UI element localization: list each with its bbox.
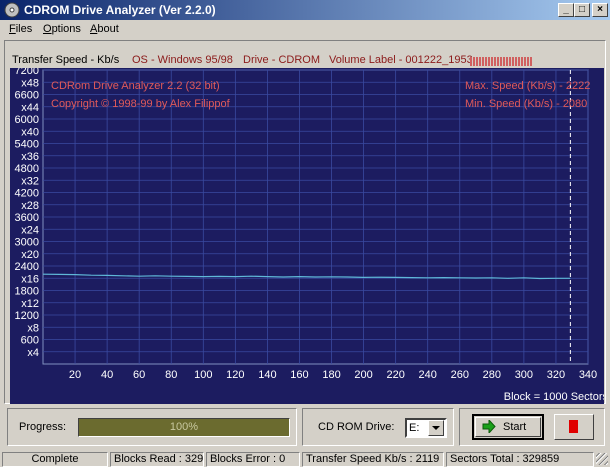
y-tick-label: x16 (21, 273, 39, 285)
window-title: CDROM Drive Analyzer (Ver 2.2.0) (24, 3, 216, 17)
os-label: OS - Windows 95/98 (132, 54, 233, 66)
y-tick-label: x40 (21, 126, 39, 138)
y-tick-label: x20 (21, 249, 39, 261)
x-tick-label: 300 (515, 369, 533, 381)
y-tick-label: 5400 (15, 139, 39, 151)
volume-label: Volume Label - 001222_1953 (329, 54, 473, 66)
x-tick-label: 280 (483, 369, 501, 381)
x-tick-label: 60 (133, 369, 145, 381)
resize-grip[interactable] (596, 453, 608, 465)
x-tick-label: 240 (419, 369, 437, 381)
drive-label: CD ROM Drive: (318, 421, 395, 433)
x-tick-label: 120 (226, 369, 244, 381)
x-tick-label: 140 (258, 369, 276, 381)
y-tick-label: x32 (21, 175, 39, 187)
x-axis-title: Block = 1000 Sectors (504, 391, 604, 403)
y-tick-label: 1800 (15, 286, 39, 298)
close-button[interactable]: × (592, 3, 608, 17)
y-tick-label: 3600 (15, 212, 39, 224)
y-tick-label: x48 (21, 77, 39, 89)
y-tick-label: 2400 (15, 261, 39, 273)
y-tick-label: 6600 (15, 90, 39, 102)
y-tick-label: x4 (27, 347, 39, 359)
y-tick-label: 4200 (15, 188, 39, 200)
status-blocks-error: Blocks Error : 0 (206, 452, 300, 467)
drive-value: E: (409, 422, 420, 434)
drive-dropdown-button[interactable] (428, 420, 444, 436)
y-tick-label: 600 (21, 335, 39, 347)
y-tick-label: 7200 (15, 68, 39, 77)
chart-copyright: Copyright © 1998-99 by Alex Filippof (51, 98, 230, 110)
status-transfer-speed: Transfer Speed Kb/s : 2119 (302, 452, 444, 467)
y-tick-label: x8 (27, 322, 39, 334)
status-state: Complete (2, 452, 108, 467)
menu-files[interactable]: Files (9, 23, 32, 35)
progress-percent: 100% (169, 421, 199, 433)
y-tick-label: 3000 (15, 237, 39, 249)
x-tick-label: 200 (354, 369, 372, 381)
x-tick-label: 340 (579, 369, 597, 381)
drive-type-label: Drive - CDROM (243, 54, 320, 66)
menu-options[interactable]: Options (43, 23, 81, 35)
stop-icon (569, 420, 578, 433)
status-blocks-read: Blocks Read : 329 (110, 452, 204, 467)
min-speed-readout: Min. Speed (Kb/s) - 2080 (465, 98, 588, 110)
x-tick-label: 100 (194, 369, 212, 381)
y-tick-label: x24 (21, 224, 39, 236)
chart-app-name: CDRom Drive Analyzer 2.2 (32 bit) (51, 80, 220, 92)
transfer-speed-chart: 7200x486600x446000x405400x364800x324200x… (10, 68, 604, 404)
x-tick-label: 260 (451, 369, 469, 381)
x-tick-label: 180 (322, 369, 340, 381)
y-tick-label: x28 (21, 200, 39, 212)
y-tick-label: 6000 (15, 114, 39, 126)
chevron-down-icon (432, 426, 440, 430)
minimize-button[interactable]: _ (558, 3, 574, 17)
status-sectors-total: Sectors Total : 329859 (446, 452, 594, 467)
y-tick-label: x36 (21, 151, 39, 163)
x-tick-label: 160 (290, 369, 308, 381)
plot-background (10, 68, 604, 404)
start-label: Start (503, 421, 527, 433)
y-tick-label: 1200 (15, 310, 39, 322)
x-tick-label: 20 (69, 369, 81, 381)
y-tick-label: x12 (21, 298, 39, 310)
max-speed-readout: Max. Speed (Kb/s) - 2222 (465, 80, 591, 92)
volume-pattern (470, 57, 532, 66)
y-axis-title: Transfer Speed - Kb/s (12, 54, 120, 66)
menu-about[interactable]: About (90, 23, 119, 35)
x-tick-label: 320 (547, 369, 565, 381)
app-disc-icon[interactable] (4, 2, 20, 18)
x-tick-label: 80 (165, 369, 177, 381)
maximize-button[interactable]: □ (574, 3, 590, 17)
y-tick-label: x44 (21, 102, 39, 114)
x-tick-label: 220 (386, 369, 404, 381)
x-tick-label: 40 (101, 369, 113, 381)
progress-label: Progress: (19, 421, 67, 433)
y-tick-label: 4800 (15, 163, 39, 175)
start-arrow-icon (482, 418, 496, 436)
